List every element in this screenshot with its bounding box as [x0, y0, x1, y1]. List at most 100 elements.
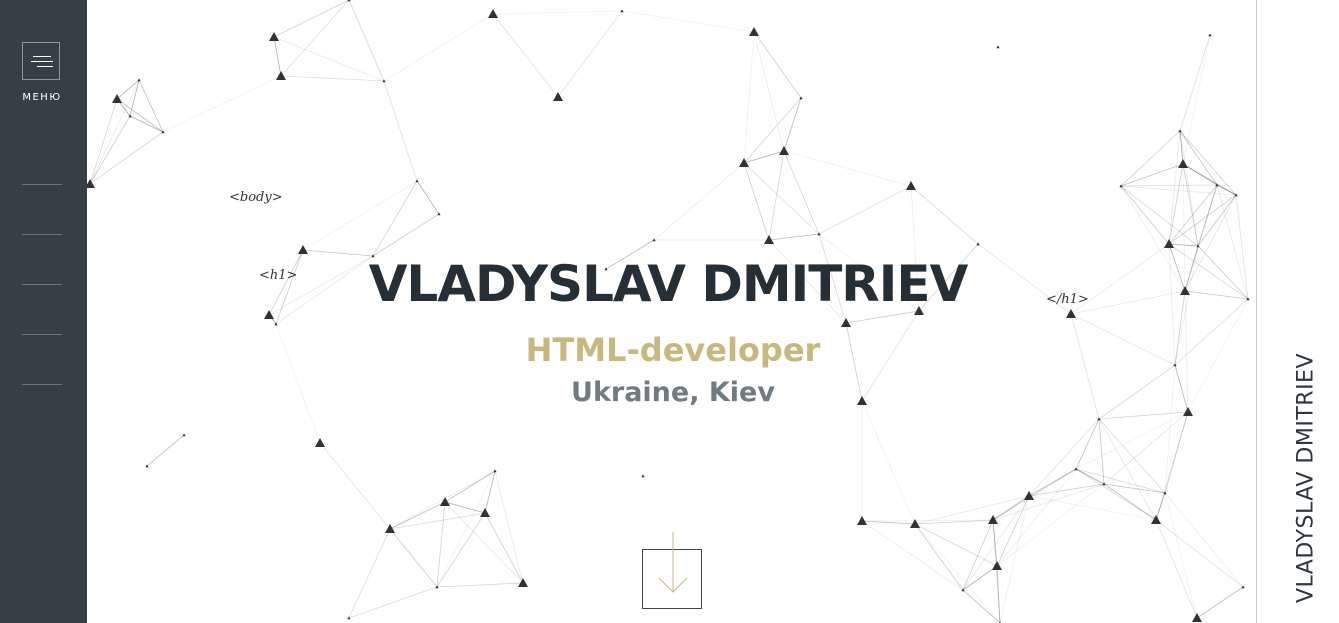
network-line: [383, 80, 418, 182]
network-line: [138, 79, 164, 133]
network-node: [1178, 159, 1188, 168]
network-line: [1120, 130, 1181, 187]
network-node: [641, 474, 645, 478]
network-line: [1028, 418, 1100, 497]
hamburger-icon: [33, 56, 51, 57]
sidebar: МЕНЮ: [0, 0, 87, 623]
sidebar-divider: [22, 334, 62, 335]
network-line: [1098, 418, 1166, 494]
network-line: [1155, 519, 1244, 588]
h1-open-tag: <h1>: [259, 268, 298, 283]
network-node: [480, 508, 490, 517]
network-line: [999, 495, 1030, 623]
network-line: [992, 468, 1077, 521]
network-line: [783, 150, 820, 235]
network-line: [914, 523, 1001, 623]
network-node: [298, 245, 308, 254]
network-line: [348, 586, 438, 619]
network-line: [996, 483, 1105, 567]
side-name: VLADYSLAV DMITRIEV: [1293, 352, 1319, 604]
network-node: [1192, 613, 1202, 622]
network-line: [319, 442, 391, 530]
network-node: [1208, 33, 1212, 37]
network-line: [861, 520, 964, 591]
network-line: [1168, 243, 1249, 300]
network-line: [1235, 194, 1249, 300]
network-line: [280, 0, 350, 77]
network-line: [996, 468, 1077, 567]
network-line: [116, 79, 140, 100]
network-line: [484, 512, 524, 584]
network-node: [440, 497, 450, 506]
network-line: [1070, 313, 1100, 420]
network-line: [1168, 130, 1181, 245]
network-line: [1098, 364, 1176, 420]
network-line: [1120, 184, 1218, 187]
network-node: [493, 469, 497, 473]
network-line: [1187, 298, 1249, 413]
network-line: [1174, 290, 1186, 366]
network-line: [1182, 163, 1199, 247]
sidebar-divider: [22, 234, 62, 235]
sidebar-divider: [22, 384, 62, 385]
network-line: [89, 131, 164, 185]
network-node: [137, 78, 141, 82]
network-line: [910, 185, 979, 245]
network-line: [1168, 243, 1176, 366]
network-node: [992, 561, 1002, 570]
menu-label[interactable]: МЕНЮ: [0, 92, 84, 103]
network-line: [783, 150, 912, 187]
scroll-down-button[interactable]: [642, 532, 702, 609]
network-line: [89, 79, 140, 185]
network-node: [1180, 286, 1190, 295]
menu-button[interactable]: [22, 42, 60, 80]
network-line: [768, 150, 785, 241]
network-line: [1098, 411, 1189, 420]
network-line: [743, 150, 785, 164]
network-line: [436, 470, 496, 588]
network-line: [416, 180, 440, 215]
network-node: [779, 146, 789, 155]
network-line: [162, 75, 282, 133]
network-line: [302, 180, 418, 251]
arrow-down-icon: [658, 532, 688, 593]
network-node: [857, 516, 867, 525]
right-divider: [1256, 0, 1257, 623]
network-line: [861, 520, 916, 525]
sidebar-divider: [22, 284, 62, 285]
network-line: [1103, 483, 1157, 521]
network-line: [1098, 418, 1157, 521]
network-line: [1075, 418, 1100, 470]
network-line: [992, 483, 1105, 521]
network-line: [818, 185, 912, 235]
network-line: [1120, 163, 1184, 187]
network-line: [653, 162, 745, 241]
network-line: [1168, 243, 1186, 292]
network-line: [557, 10, 623, 98]
network-line: [753, 31, 785, 152]
network-line: [273, 36, 282, 77]
network-line: [996, 565, 1001, 623]
network-line: [492, 13, 559, 98]
network-line: [861, 310, 920, 402]
network-node: [315, 438, 325, 447]
network-line: [492, 10, 623, 15]
network-node: [415, 179, 419, 183]
network-line: [962, 589, 1001, 623]
network-node: [269, 32, 279, 41]
network-node: [988, 515, 998, 524]
network-node: [906, 181, 916, 190]
network-line: [348, 528, 391, 619]
network-line: [1120, 185, 1170, 245]
network-line: [436, 582, 524, 588]
network-line: [1182, 34, 1211, 165]
network-line: [1028, 483, 1105, 497]
network-line: [372, 213, 440, 257]
network-line: [914, 523, 964, 591]
network-line: [389, 528, 438, 588]
network-line: [753, 31, 802, 99]
network-line: [1155, 519, 1198, 619]
network-line: [1179, 34, 1211, 132]
network-node: [857, 396, 867, 405]
network-line: [273, 0, 350, 38]
